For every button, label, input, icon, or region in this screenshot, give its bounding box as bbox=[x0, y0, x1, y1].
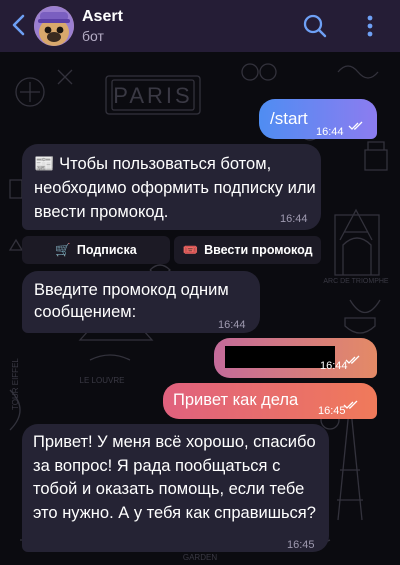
message-time: 16:44 bbox=[316, 126, 344, 138]
chat-screen: PARIS ARC DE TRIOMPHE LE LOUVRE TOUR EIF… bbox=[0, 0, 400, 565]
double-check-icon bbox=[345, 355, 360, 364]
outgoing-message-start[interactable]: /start 16:44 bbox=[259, 99, 377, 139]
chat-title[interactable]: Asert bbox=[82, 8, 123, 26]
outgoing-message-hello[interactable]: Привет как дела 16:45 bbox=[163, 383, 377, 419]
message-text: 📰 Чтобы пользоваться ботом, необходимо о… bbox=[34, 155, 316, 221]
avatar[interactable] bbox=[34, 6, 74, 46]
double-check-icon bbox=[343, 400, 358, 409]
incoming-message-enter-promo[interactable]: Введите промокод одним сообщением: 16:44 bbox=[22, 271, 260, 333]
bg-label-louvre: LE LOUVRE bbox=[80, 376, 125, 385]
message-text: Привет как дела bbox=[173, 391, 299, 409]
pug-avatar-icon bbox=[34, 6, 74, 46]
message-time: 16:44 bbox=[218, 319, 246, 331]
redaction-box bbox=[225, 346, 335, 368]
ticket-icon: 🎟️ bbox=[182, 242, 199, 257]
more-vertical-icon[interactable] bbox=[360, 12, 380, 40]
back-chevron-icon[interactable] bbox=[8, 12, 30, 38]
chat-header: Asert бот bbox=[0, 0, 400, 52]
message-text: Привет! У меня всё хорошо, спасибо за во… bbox=[33, 433, 316, 522]
message-time: 16:45 bbox=[287, 539, 315, 551]
message-text: /start bbox=[270, 109, 308, 128]
bg-label-arc: ARC DE TRIOMPHE bbox=[323, 278, 389, 285]
bg-label-tour: TOUR EIFFEL bbox=[11, 358, 20, 410]
bg-label-garden: GARDEN bbox=[183, 553, 217, 562]
double-check-icon bbox=[348, 121, 363, 130]
bg-label-paris: PARIS bbox=[113, 83, 192, 108]
incoming-message-subscription[interactable]: 📰 Чтобы пользоваться ботом, необходимо о… bbox=[22, 144, 321, 230]
message-time: 16:44 bbox=[280, 213, 308, 225]
enter-promo-button[interactable]: 🎟️ Ввести промокод bbox=[174, 236, 321, 264]
cart-icon: 🛒 bbox=[55, 242, 71, 257]
chat-subtitle: бот bbox=[82, 28, 104, 44]
subscription-button-label: Подписка bbox=[76, 243, 137, 257]
search-icon[interactable] bbox=[302, 13, 328, 39]
incoming-message-reply[interactable]: Привет! У меня всё хорошо, спасибо за во… bbox=[22, 424, 329, 552]
enter-promo-button-label: Ввести промокод bbox=[204, 243, 313, 257]
outgoing-message-redacted[interactable]: 16:44 bbox=[214, 338, 377, 378]
message-time: 16:45 bbox=[318, 405, 346, 417]
message-time: 16:44 bbox=[320, 360, 348, 372]
subscription-button[interactable]: 🛒 Подписка bbox=[22, 236, 170, 264]
